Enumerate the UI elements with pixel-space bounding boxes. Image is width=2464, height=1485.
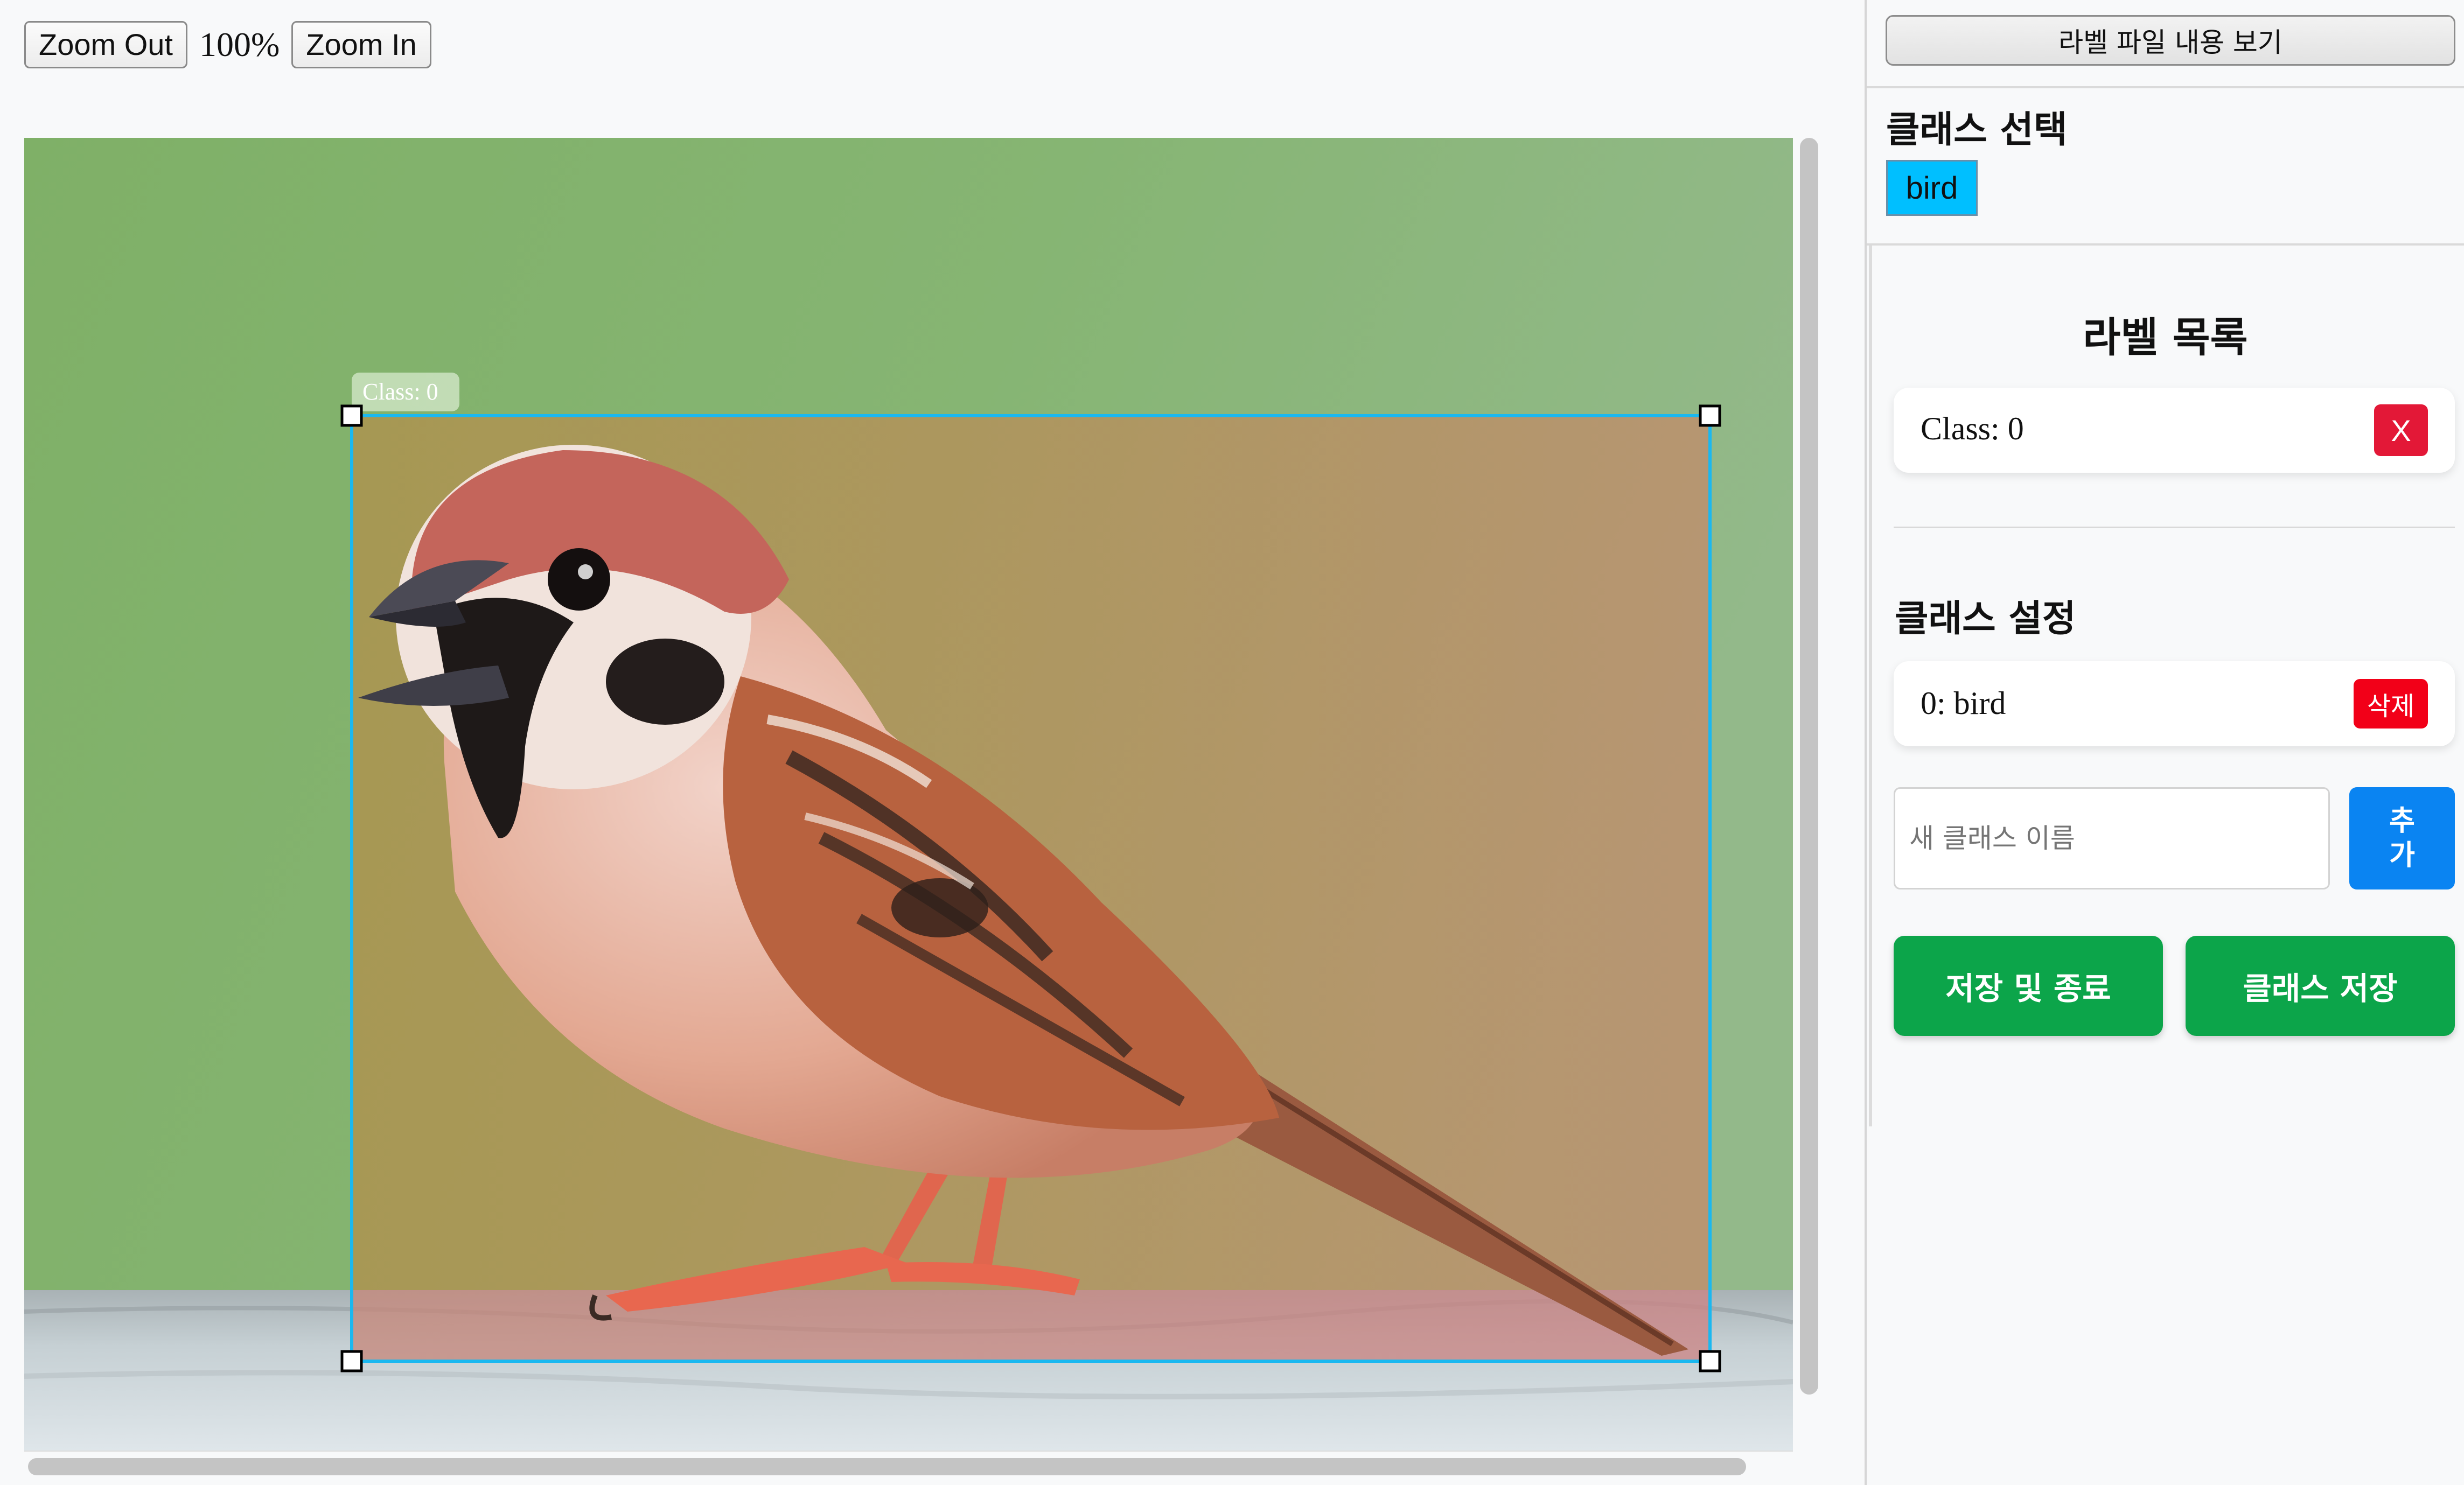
zoom-toolbar: Zoom Out 100% Zoom In xyxy=(24,19,431,69)
horizontal-scrollbar[interactable] xyxy=(28,1458,1746,1475)
sparrow-photo xyxy=(24,138,1793,1451)
zoom-out-button[interactable]: Zoom Out xyxy=(24,20,187,68)
zoom-in-button[interactable]: Zoom In xyxy=(291,20,431,68)
sidebar: 라벨 파일 내용 보기 클래스 선택 bird 라벨 목록 Class: 0 X… xyxy=(1867,0,2464,1485)
divider xyxy=(1894,527,2455,528)
delete-class-button[interactable]: 삭제 xyxy=(2354,679,2428,729)
remove-label-button[interactable]: X xyxy=(2374,404,2428,456)
view-label-file-button[interactable]: 라벨 파일 내용 보기 xyxy=(1886,15,2455,66)
zoom-level: 100% xyxy=(199,25,280,64)
class-list-item: 0: bird 삭제 xyxy=(1894,661,2455,746)
class-item-text: 0: bird xyxy=(1921,685,2006,721)
label-item-text: Class: 0 xyxy=(1921,411,2024,446)
label-list-item[interactable]: Class: 0 X xyxy=(1894,388,2455,473)
add-class-button[interactable]: 추가 xyxy=(2349,787,2455,889)
image-canvas[interactable]: Class: 0 xyxy=(24,138,1793,1452)
save-and-exit-button[interactable]: 저장 및 종료 xyxy=(1894,936,2163,1036)
class-settings-title: 클래스 설정 xyxy=(1895,597,2076,640)
class-chip-bird[interactable]: bird xyxy=(1886,160,1978,216)
divider xyxy=(1867,243,2464,246)
class-select-title: 클래스 선택 xyxy=(1886,108,2068,151)
label-list-title: 라벨 목록 xyxy=(2083,313,2248,361)
vertical-scrollbar[interactable] xyxy=(1800,138,1818,1395)
save-classes-button[interactable]: 클래스 저장 xyxy=(2186,936,2455,1036)
divider xyxy=(1867,86,2464,88)
new-class-name-input[interactable] xyxy=(1894,787,2330,889)
